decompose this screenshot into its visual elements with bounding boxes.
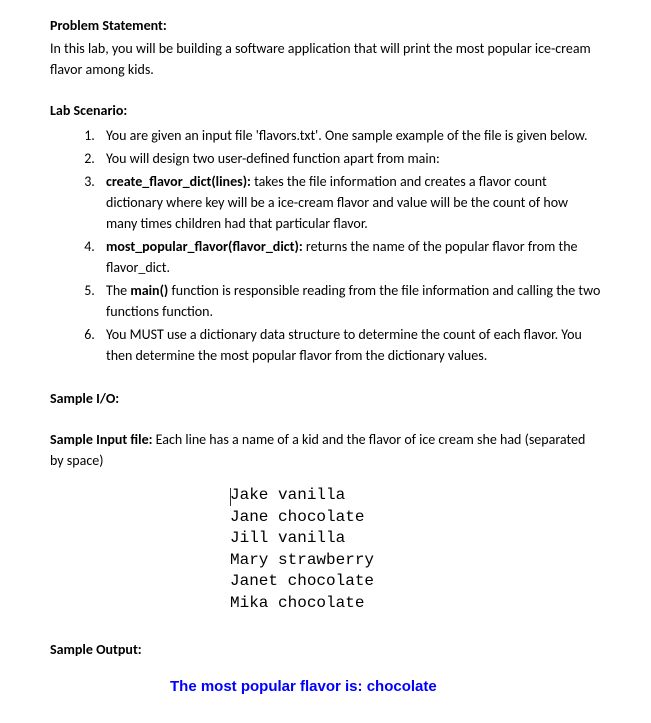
list-item: You will design two user-defined functio… bbox=[98, 148, 601, 169]
list-item: The main() function is responsible readi… bbox=[98, 280, 601, 322]
list-item: create_flavor_dict(lines): takes the fil… bbox=[98, 171, 601, 234]
list-item-bold: create_flavor_dict(lines): bbox=[106, 173, 251, 190]
list-item: most_popular_flavor(flavor_dict): return… bbox=[98, 236, 601, 278]
sample-input-label: Sample Input file: bbox=[50, 431, 152, 448]
list-item-pre: The bbox=[106, 282, 130, 299]
list-item-text: You will design two user-defined functio… bbox=[106, 150, 440, 167]
lab-scenario-heading: Lab Scenario: bbox=[50, 100, 601, 121]
sample-io-heading: Sample I/O: bbox=[50, 388, 601, 409]
list-item-bold: most_popular_flavor(flavor_dict): bbox=[106, 238, 303, 255]
data-line: Janet chocolate bbox=[230, 571, 601, 593]
sample-output-text: The most popular flavor is: chocolate bbox=[170, 676, 601, 699]
data-line: Jake vanilla bbox=[230, 485, 601, 507]
sample-output-heading: Sample Output: bbox=[50, 639, 601, 660]
scenario-list: You are given an input file 'flavors.txt… bbox=[50, 125, 601, 366]
sample-input-data: Jake vanilla Jane chocolate Jill vanilla… bbox=[230, 485, 601, 615]
problem-statement-heading: Problem Statement: bbox=[50, 15, 601, 36]
problem-statement-intro: In this lab, you will be building a soft… bbox=[50, 38, 601, 80]
list-item-text: function is responsible reading from the… bbox=[106, 282, 600, 320]
sample-input-line: Sample Input file: Each line has a name … bbox=[50, 429, 601, 471]
text-cursor-icon bbox=[230, 488, 231, 506]
data-line: Mary strawberry bbox=[230, 550, 601, 572]
data-line: Mika chocolate bbox=[230, 593, 601, 615]
list-item-text: You are given an input file 'flavors.txt… bbox=[106, 127, 588, 144]
list-item: You MUST use a dictionary data structure… bbox=[98, 324, 601, 366]
data-line: Jane chocolate bbox=[230, 507, 601, 529]
list-item: You are given an input file 'flavors.txt… bbox=[98, 125, 601, 146]
list-item-bold: main() bbox=[130, 282, 168, 299]
list-item-text: You MUST use a dictionary data structure… bbox=[106, 326, 582, 364]
data-line: Jill vanilla bbox=[230, 528, 601, 550]
